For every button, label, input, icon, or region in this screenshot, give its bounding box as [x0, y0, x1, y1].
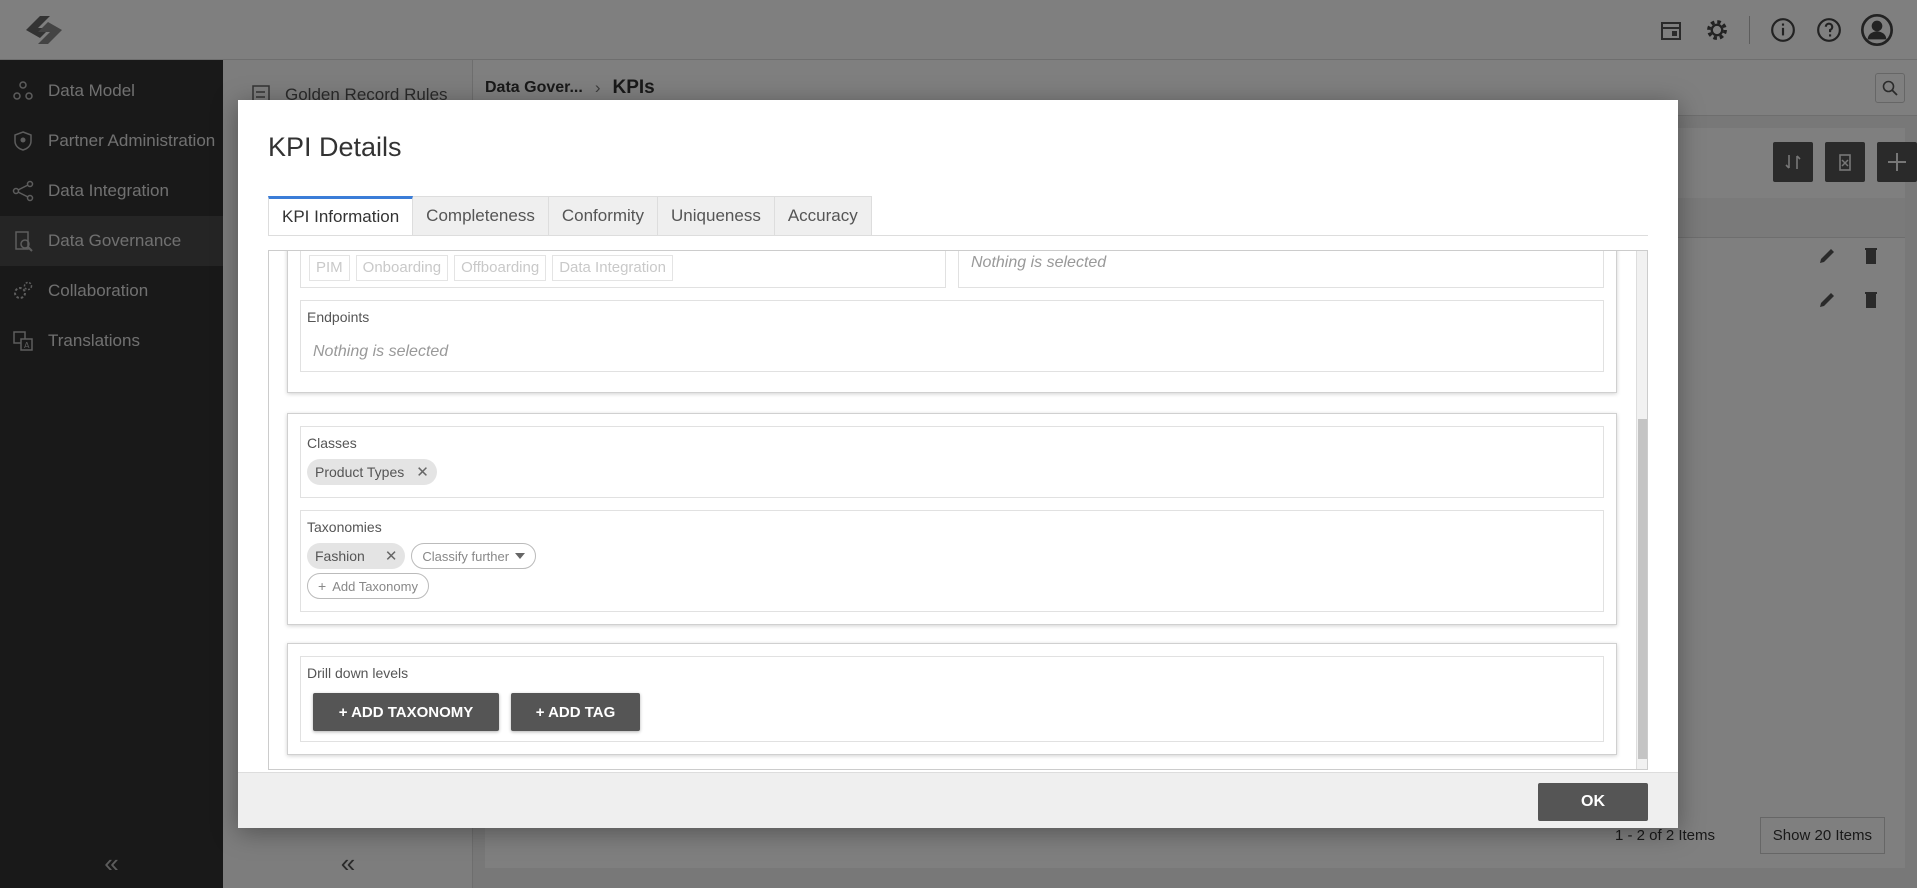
classify-further-label: Classify further: [422, 548, 510, 564]
taxonomy-chip: Fashion ✕: [307, 543, 406, 569]
tab-completeness[interactable]: Completeness: [413, 196, 549, 236]
tab-divider: [268, 235, 1648, 236]
classes-field[interactable]: Classes Product Types ✕: [300, 426, 1604, 498]
kpi-information-panel: PIM Onboarding Offboarding Data Integration…: [268, 250, 1648, 770]
add-taxonomy-button[interactable]: + ADD TAXONOMY: [313, 693, 499, 731]
add-taxonomy-chip-button[interactable]: + Add Taxonomy: [307, 573, 429, 599]
system-chip-offboarding[interactable]: Offboarding: [454, 255, 547, 281]
tab-bar: KPI Information Completeness Conformity …: [268, 196, 872, 236]
dialog-footer: OK: [238, 772, 1678, 828]
plus-icon: +: [318, 578, 327, 594]
dialog-title: KPI Details: [268, 132, 402, 162]
endpoints-field[interactable]: Endpoints Nothing is selected: [300, 300, 1604, 372]
ok-button[interactable]: OK: [1538, 783, 1648, 821]
class-chip: Product Types ✕: [307, 459, 437, 485]
class-chip-label: Product Types: [315, 464, 405, 480]
add-taxonomy-chip-label: Add Taxonomy: [332, 578, 418, 594]
taxonomies-field: Taxonomies Fashion ✕ Classify further + Ad…: [300, 510, 1604, 612]
classification-card: Classes Product Types ✕ Taxonomies Fashio…: [287, 413, 1617, 625]
taxonomies-label: Taxonomies: [307, 519, 382, 535]
classes-label: Classes: [307, 435, 357, 451]
drilldown-card: Drill down levels + ADD TAXONOMY + ADD T…: [287, 643, 1617, 755]
scope-selector-right[interactable]: Nothing is selected: [958, 251, 1604, 288]
drilldown-field: Drill down levels + ADD TAXONOMY + ADD T…: [300, 656, 1604, 742]
classify-further-dropdown[interactable]: Classify further: [411, 543, 537, 569]
empty-selection-text: Nothing is selected: [971, 254, 1107, 271]
tab-uniqueness[interactable]: Uniqueness: [658, 196, 775, 236]
system-chip-pim[interactable]: PIM: [309, 255, 350, 281]
drilldown-label: Drill down levels: [307, 665, 409, 681]
endpoints-label: Endpoints: [307, 309, 370, 325]
remove-taxonomy-icon[interactable]: ✕: [385, 547, 398, 565]
system-selector: PIM Onboarding Offboarding Data Integration: [300, 251, 946, 288]
taxonomy-chip-label: Fashion: [315, 548, 365, 564]
tab-conformity[interactable]: Conformity: [548, 196, 659, 236]
tab-accuracy[interactable]: Accuracy: [774, 196, 872, 236]
scrollbar-thumb[interactable]: [1638, 419, 1647, 759]
scope-card: PIM Onboarding Offboarding Data Integration…: [287, 251, 1617, 393]
panel-scrollbar[interactable]: [1636, 251, 1647, 769]
endpoints-placeholder: Nothing is selected: [313, 343, 449, 360]
remove-class-icon[interactable]: ✕: [416, 463, 429, 481]
add-tag-button[interactable]: + ADD TAG: [511, 693, 640, 731]
system-chip-data-integration[interactable]: Data Integration: [552, 255, 673, 281]
system-chip-onboarding[interactable]: Onboarding: [355, 255, 449, 281]
chevron-down-icon: [515, 553, 526, 559]
tab-kpi-information[interactable]: KPI Information: [268, 196, 414, 236]
kpi-details-dialog: KPI Details KPI Information Completeness…: [238, 100, 1678, 828]
